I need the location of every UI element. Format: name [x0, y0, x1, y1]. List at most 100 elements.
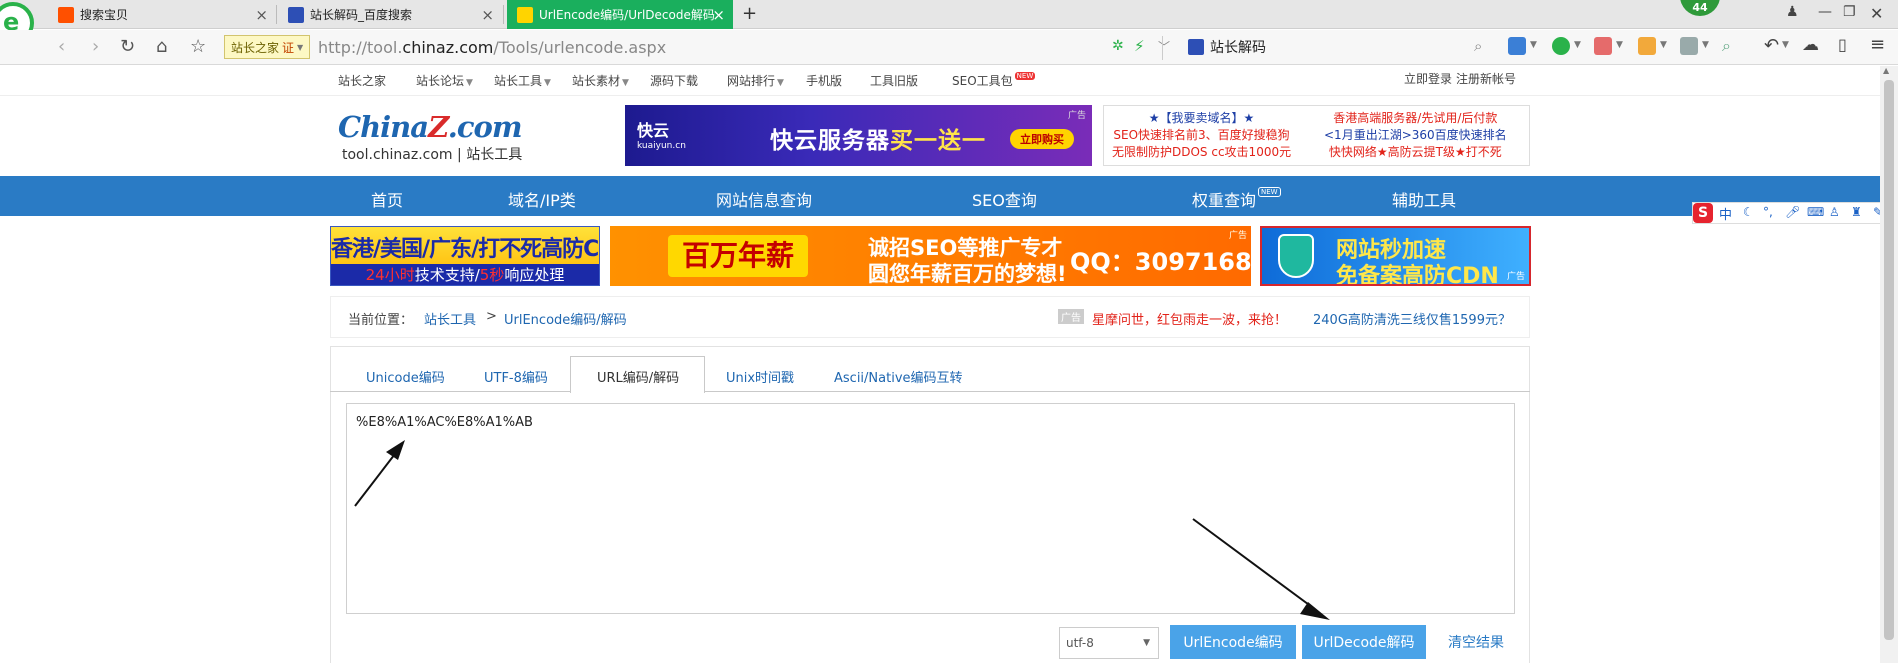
ad-banner-recruit[interactable]: 百万年薪 诚招SEO等推广专才 圆您年薪百万的梦想! QQ：3097168 广告	[610, 226, 1251, 286]
translate-icon[interactable]	[1594, 37, 1612, 55]
skin-shirt-icon[interactable]: ♜	[1851, 205, 1862, 219]
ad-text-block[interactable]: ★【我要卖域名】★ SEO快速排名前3、百度好搜稳狗 无限制防护DDOS cc攻…	[1103, 105, 1530, 166]
tab-unix-time[interactable]: Unix时间戳	[726, 367, 794, 386]
chevron-down-icon[interactable]: ▼	[1782, 40, 1789, 50]
ad-title-b: 买一送一	[890, 128, 986, 154]
ad-line[interactable]: ★【我要卖域名】★	[1112, 110, 1291, 127]
encoding-select[interactable]: utf-8 ▼	[1059, 627, 1159, 659]
ad-banner-cdn[interactable]: 香港/美国/广东/打不死高防CDN 24小时技术支持/5秒响应处理	[330, 226, 600, 286]
moon-icon[interactable]: ☾	[1743, 205, 1754, 219]
promo-link-blue[interactable]: 240G高防清洗三线仅售1599元？	[1313, 309, 1511, 328]
speed-bolt-icon[interactable]: ⚡	[1134, 37, 1145, 55]
chinaz-favicon-icon	[517, 6, 533, 23]
nav-seo[interactable]: SEO查询	[972, 187, 1037, 211]
breadcrumb-tools-link[interactable]: 站长工具	[424, 309, 476, 328]
keyboard-icon[interactable]: ⌨	[1807, 205, 1824, 219]
sogou-ime-toolbar[interactable]: S 中 ☾ °, 🎤︎ ⌨ ♙ ♜ ✎	[1692, 202, 1896, 224]
breadcrumb-current[interactable]: UrlEncode编码/解码	[504, 309, 627, 328]
nav-aux-tools[interactable]: 辅助工具	[1392, 187, 1456, 211]
chevron-down-icon[interactable]: ▼	[1660, 40, 1667, 50]
zoom-icon[interactable]: ⌕	[1722, 36, 1731, 56]
ad-buy-button[interactable]: 立即购买	[1010, 129, 1074, 149]
ad-line[interactable]: 香港高端服务器/先试用/后付款	[1324, 110, 1507, 127]
ad-banner-speedup[interactable]: 网站秒加速 免备案高防CDN 广告	[1260, 226, 1531, 286]
register-link[interactable]: 注册新帐号	[1456, 70, 1516, 87]
toplink-mobile[interactable]: 手机版	[806, 72, 842, 89]
user-icon[interactable]: ♙	[1829, 205, 1840, 219]
refresh-icon[interactable]: ↻	[120, 36, 135, 57]
site-verify-badge[interactable]: 站长之家证 ▼	[224, 35, 311, 59]
extension-icon[interactable]	[1680, 37, 1698, 55]
tab-utf8[interactable]: UTF-8编码	[484, 367, 548, 386]
toplink-home[interactable]: 站长之家	[338, 72, 386, 89]
screenshot-icon[interactable]	[1638, 37, 1656, 55]
apps-icon[interactable]	[1508, 37, 1526, 55]
toplink-label: 网站排行	[727, 74, 776, 88]
login-link[interactable]: 立即登录	[1404, 70, 1452, 87]
browser-tab-urlencode[interactable]: UrlEncode编码/UrlDecode解码 ×	[507, 0, 733, 29]
url-input[interactable]: http://tool.chinaz.com/Tools/urlencode.a…	[318, 38, 666, 57]
search-input[interactable]: 站长解码	[1188, 37, 1266, 57]
close-window-icon[interactable]: ✕	[1870, 4, 1883, 23]
skin-icon[interactable]: ♟	[1786, 4, 1799, 20]
toplink-materials[interactable]: 站长素材 ▼	[572, 72, 629, 89]
ad-text-right: 香港高端服务器/先试用/后付款 <1月重出江湖>360百度快速排名 快快网络★高…	[1324, 110, 1507, 161]
nav-home[interactable]: 首页	[371, 187, 403, 211]
promo-link-red[interactable]: 星摩问世，红包雨走一波，来抢！	[1092, 309, 1287, 328]
cloud-icon[interactable]: ☁	[1802, 35, 1819, 55]
toplink-forum[interactable]: 站长论坛 ▼	[416, 72, 473, 89]
close-tab-icon[interactable]: ×	[481, 6, 494, 24]
minimize-icon[interactable]: —	[1818, 4, 1832, 20]
back-icon[interactable]: ‹	[58, 36, 65, 57]
nav-site-info[interactable]: 网站信息查询	[716, 187, 812, 211]
toplink-seo-pack[interactable]: SEO工具包 NEW	[952, 72, 1036, 89]
chinaz-logo[interactable]: ChinaZ.com	[338, 110, 523, 144]
url-textarea[interactable]	[346, 403, 1515, 614]
tab-separator	[276, 5, 277, 24]
scroll-up-icon[interactable]: ▲	[1883, 66, 1889, 75]
mobile-icon[interactable]: ▯	[1838, 35, 1847, 54]
new-tab-button[interactable]: +	[742, 3, 757, 24]
toplink-ranking[interactable]: 网站排行 ▼	[727, 72, 784, 89]
url-encode-button[interactable]: UrlEncode编码	[1170, 625, 1296, 659]
menu-icon[interactable]: ≡	[1870, 34, 1885, 55]
toplink-tools[interactable]: 站长工具 ▼	[494, 72, 551, 89]
punctuation-icon[interactable]: °,	[1763, 205, 1773, 219]
guard-icon[interactable]	[1552, 37, 1570, 55]
banner-line: 24小时技术支持/5秒响应处理	[331, 264, 599, 285]
ad-line[interactable]: <1月重出江湖>360百度快速排名	[1324, 127, 1507, 144]
toplink-old-version[interactable]: 工具旧版	[870, 72, 918, 89]
nav-domain-ip[interactable]: 域名/IP类	[508, 187, 576, 211]
clear-result-button[interactable]: 清空结果	[1436, 625, 1516, 659]
restore-icon[interactable]: ❐	[1843, 4, 1856, 20]
ad-banner-kuaiyun[interactable]: 快云 kuaiyun.cn 快云服务器买一送一 立即购买 广告	[625, 105, 1092, 166]
close-tab-icon[interactable]: ×	[255, 6, 268, 24]
ad-line[interactable]: SEO快速排名前3、百度好搜稳狗	[1112, 127, 1291, 144]
search-icon[interactable]: ⌕	[1474, 37, 1482, 55]
toplink-source[interactable]: 源码下载	[650, 72, 698, 89]
chevron-down-icon[interactable]: ▼	[1574, 40, 1581, 50]
browser-tab-taobao[interactable]: 搜索宝贝 ×	[48, 0, 276, 29]
home-icon[interactable]: ⌂	[156, 36, 167, 57]
forward-icon[interactable]: ›	[92, 36, 99, 57]
chevron-down-icon[interactable]: ▼	[1616, 40, 1623, 50]
chevron-down-icon[interactable]: ▼	[1530, 40, 1537, 50]
close-tab-icon[interactable]: ×	[712, 6, 725, 24]
ad-line[interactable]: 无限制防护DDOS cc攻击1000元	[1112, 144, 1291, 161]
security-shield-icon[interactable]: ✲	[1112, 38, 1124, 54]
browser-tab-baidu[interactable]: 站长解码_百度搜索 ×	[278, 0, 502, 29]
tab-url-encode-active[interactable]: URL编码/解码	[570, 356, 705, 393]
tab-ascii-native[interactable]: Ascii/Native编码互转	[834, 367, 963, 386]
url-decode-button[interactable]: UrlDecode解码	[1302, 625, 1426, 659]
mic-icon[interactable]: 🎤︎	[1785, 205, 1800, 219]
chevron-down-icon[interactable]: ﹀	[1158, 38, 1170, 55]
undo-icon[interactable]: ↶	[1764, 35, 1779, 56]
ad-line[interactable]: 快快网络★高防云提T级★打不死	[1324, 144, 1507, 161]
sogou-logo-icon[interactable]: S	[1693, 203, 1713, 223]
bookmark-star-icon[interactable]: ☆	[190, 36, 206, 57]
nav-weight[interactable]: 权重查询 NEW	[1192, 187, 1281, 211]
scrollbar-thumb[interactable]	[1884, 80, 1894, 640]
chevron-down-icon[interactable]: ▼	[1702, 40, 1709, 50]
tab-unicode[interactable]: Unicode编码	[366, 367, 445, 386]
ime-mode-label[interactable]: 中	[1719, 204, 1732, 223]
